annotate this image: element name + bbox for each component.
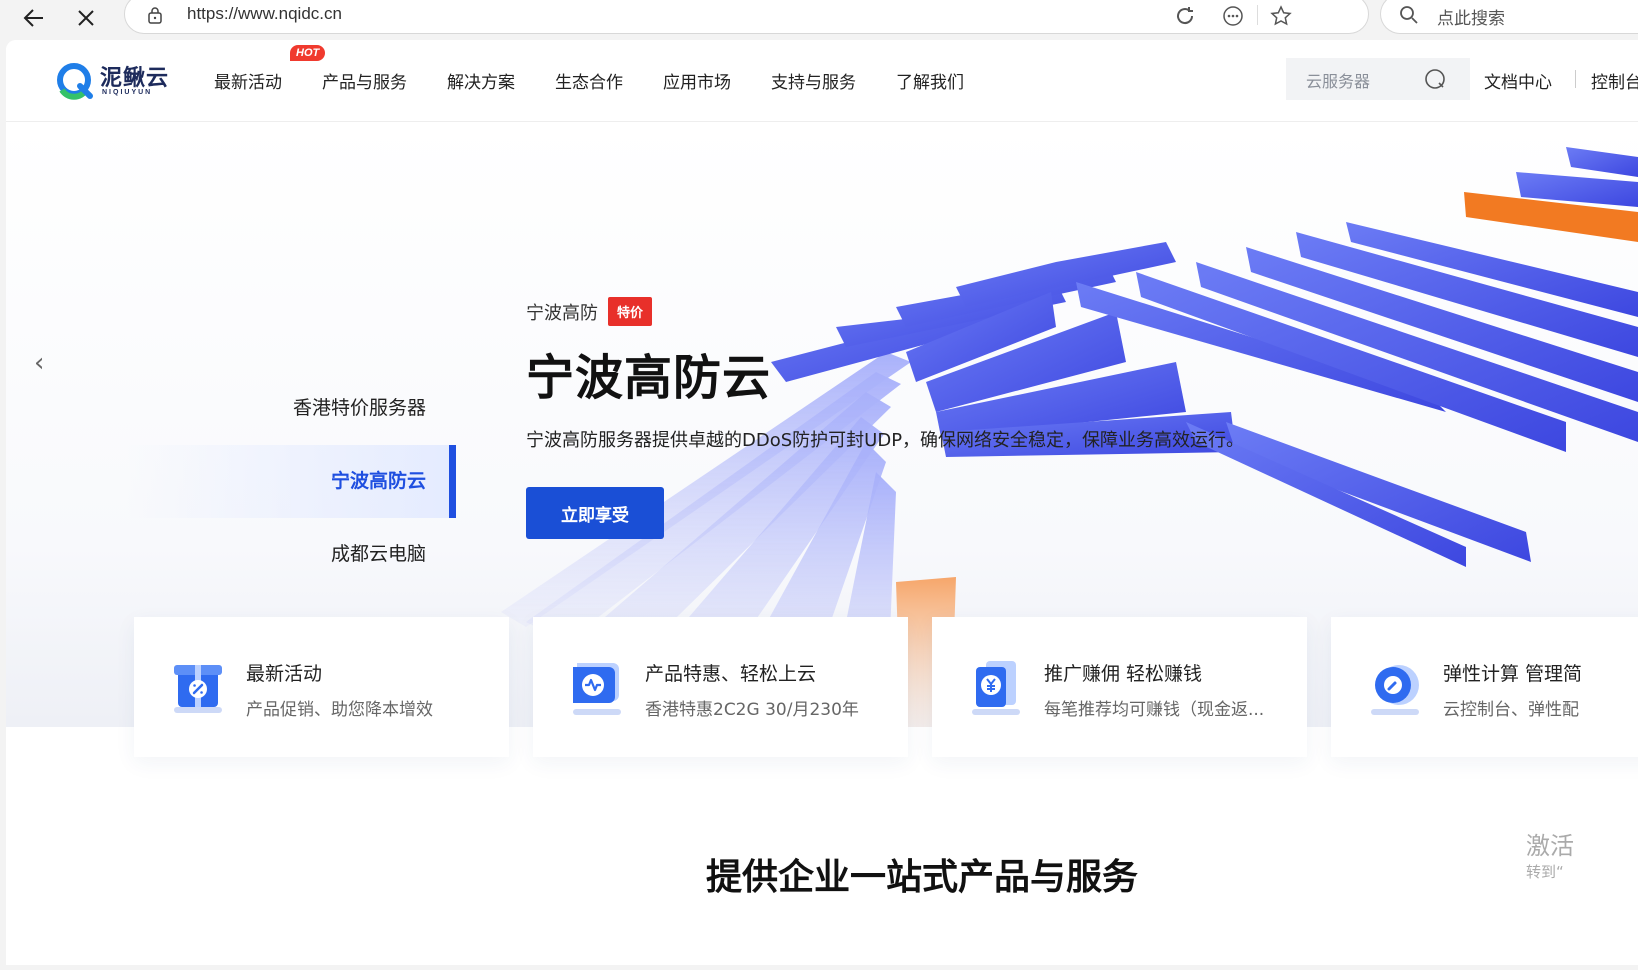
feature-card-activity[interactable]: 最新活动 产品促销、助您降本增效: [134, 617, 509, 757]
nav-item-ecosystem[interactable]: 生态合作: [555, 68, 623, 93]
carousel-prev-icon[interactable]: ‹: [34, 348, 44, 378]
site-header: 泥鳅云 NIQIUYUN 最新活动 HOT 产品与服务 解决方案 生态合作 应用…: [6, 40, 1638, 122]
logo-text: 泥鳅云: [100, 65, 170, 91]
card-title: 产品特惠、轻松上云: [645, 663, 817, 685]
nav-item-latest-activity[interactable]: 最新活动 HOT: [214, 45, 326, 93]
card-subtitle: 产品促销、助您降本增效: [246, 700, 433, 720]
search-icon: [1400, 6, 1418, 24]
docs-center-link[interactable]: 文档中心: [1484, 68, 1552, 93]
main-nav: 最新活动 HOT 产品与服务 解决方案 生态合作 应用市场 支持与服务 了解我们: [214, 45, 1004, 93]
hero-tab-list: 香港特价服务器 宁波高防云 成都云电脑: [126, 372, 456, 591]
watermark-line-2: 转到“: [1526, 863, 1564, 881]
hot-badge: HOT: [290, 45, 326, 61]
url-text[interactable]: https://www.nqidc.cn: [187, 4, 342, 24]
refresh-icon[interactable]: [1172, 3, 1198, 29]
logo-subtext: NIQIUYUN: [102, 89, 153, 96]
card-subtitle: 云控制台、弹性配: [1443, 700, 1579, 720]
card-subtitle: 每笔推荐均可赚钱（现金返...: [1044, 700, 1265, 720]
section-title: 提供企业一站式产品与服务: [705, 857, 1138, 898]
nav-item-products[interactable]: 产品与服务: [322, 68, 407, 93]
enjoy-now-button[interactable]: 立即享受: [526, 487, 664, 539]
feature-card-affiliate[interactable]: 推广赚佣 轻松赚钱 每笔推荐均可赚钱（现金返...: [932, 617, 1307, 757]
card-title: 弹性计算 管理简: [1443, 663, 1583, 685]
close-icon[interactable]: [70, 2, 102, 34]
back-icon[interactable]: [18, 2, 50, 34]
address-bar[interactable]: https://www.nqidc.cn: [124, 0, 1369, 34]
hero-description: 宁波高防服务器提供卓越的DDoS防护可封UDP，确保网络安全稳定，保障业务高效运…: [526, 430, 1245, 451]
nav-item-app-market[interactable]: 应用市场: [663, 68, 731, 93]
console-link[interactable]: 控制台: [1591, 68, 1638, 93]
divider: [1575, 70, 1576, 88]
watermark-line-1: 激活: [1526, 832, 1574, 860]
hero-tab-chengdu-pc[interactable]: 成都云电脑: [126, 518, 456, 591]
hero-eyebrow: 宁波高防 特价: [526, 297, 1626, 326]
nav-item-solutions[interactable]: 解决方案: [447, 68, 515, 93]
hero-tab-hk-server[interactable]: 香港特价服务器: [126, 372, 456, 445]
monitor-icon: [573, 663, 621, 715]
divider: [1257, 5, 1258, 25]
special-price-tag: 特价: [608, 297, 653, 326]
search-icon[interactable]: [1424, 68, 1446, 90]
nav-item-about[interactable]: 了解我们: [896, 68, 964, 93]
logo-icon: [57, 63, 93, 100]
hero-title: 宁波高防云: [526, 350, 772, 406]
web-page: ‹ 香港特价服务器 宁波高防云 成都云电脑 宁波高防 特价 宁波高防云 宁波高防…: [6, 40, 1638, 965]
gear-wrench-icon: [1371, 665, 1419, 715]
nav-item-support[interactable]: 支持与服务: [771, 68, 856, 93]
site-search-placeholder[interactable]: 云服务器: [1306, 68, 1370, 92]
hero-tab-ningbo-ddos[interactable]: 宁波高防云: [126, 445, 456, 518]
site-search-input[interactable]: 云服务器: [1286, 58, 1470, 100]
hero-eyebrow-text: 宁波高防: [526, 302, 598, 324]
yuan-doc-icon: [972, 661, 1020, 715]
browser-search-box[interactable]: 点此搜索: [1380, 0, 1638, 34]
card-subtitle: 香港特惠2C2G 30/月230年: [645, 700, 859, 720]
nav-label[interactable]: 最新活动: [214, 73, 282, 93]
gift-icon: [174, 665, 222, 713]
activation-watermark: 激活 转到“: [1526, 826, 1574, 882]
hero-content: 宁波高防 特价 宁波高防云 宁波高防服务器提供卓越的DDoS防护可封UDP，确保…: [526, 297, 1626, 539]
lock-icon: [148, 7, 162, 24]
star-icon[interactable]: [1268, 3, 1294, 29]
card-title: 推广赚佣 轻松赚钱: [1044, 663, 1203, 685]
feature-card-elastic-compute[interactable]: 弹性计算 管理简 云控制台、弹性配: [1331, 617, 1638, 757]
feature-cards: 最新活动 产品促销、助您降本增效 产品特惠、轻松上云 香港特惠2C2G 30/月…: [134, 617, 1638, 757]
browser-toolbar: https://www.nqidc.cn 点此搜索: [0, 0, 1638, 36]
site-logo[interactable]: 泥鳅云 NIQIUYUN: [56, 60, 176, 104]
more-icon[interactable]: [1220, 3, 1246, 29]
browser-search-placeholder[interactable]: 点此搜索: [1437, 4, 1505, 29]
card-title: 最新活动: [246, 663, 323, 685]
feature-card-products[interactable]: 产品特惠、轻松上云 香港特惠2C2G 30/月230年: [533, 617, 908, 757]
